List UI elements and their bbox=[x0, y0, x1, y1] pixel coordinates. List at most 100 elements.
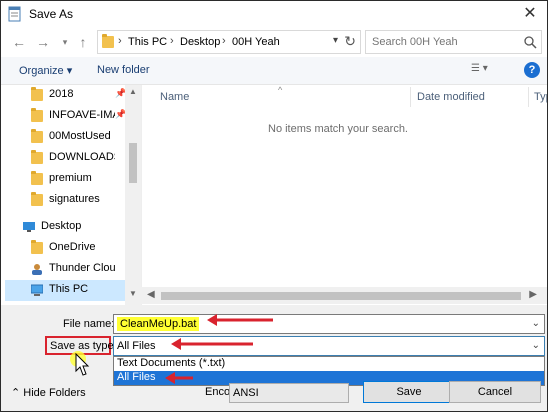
scroll-down-icon[interactable]: ▼ bbox=[129, 289, 137, 298]
chevron-right-icon: › bbox=[118, 35, 122, 47]
column-header-name[interactable]: Name bbox=[160, 91, 189, 103]
chevron-right-icon: › bbox=[170, 35, 174, 47]
hide-folders-button[interactable]: ⌃ Hide Folders bbox=[11, 386, 86, 399]
nav-item-2018[interactable]: 2018 📌 bbox=[5, 85, 126, 106]
nav-item-label: DOWNLOADS bbox=[49, 151, 115, 163]
mouse-cursor-icon bbox=[70, 351, 90, 376]
nav-item-label: This PC bbox=[49, 283, 89, 295]
nav-item-label: Thunder Cloud bbox=[49, 262, 115, 274]
nav-item-signatures[interactable]: signatures bbox=[5, 190, 125, 211]
address-row: ← → ▾ ↑ › This PC › Desktop › 00H Yeah ▾… bbox=[1, 27, 547, 57]
nav-item-label: INFOAVE-IMA bbox=[49, 109, 115, 121]
search-icon bbox=[524, 36, 537, 49]
desktop-icon bbox=[23, 222, 35, 232]
chevron-up-icon: ⌃ bbox=[11, 387, 21, 399]
back-button[interactable]: ← bbox=[9, 32, 29, 52]
nav-item-onedrive[interactable]: OneDrive bbox=[5, 238, 125, 259]
filename-label: File name: bbox=[63, 318, 115, 330]
nav-scrollbar-thumb[interactable] bbox=[129, 143, 137, 183]
window-title: Save As bbox=[29, 7, 74, 21]
address-dropdown-icon[interactable]: ▾ bbox=[333, 35, 338, 46]
up-button[interactable]: ↑ bbox=[73, 32, 93, 52]
forward-button[interactable]: → bbox=[33, 32, 53, 52]
chevron-down-icon[interactable]: ⌄ bbox=[532, 318, 540, 329]
folder-icon bbox=[31, 192, 43, 206]
annotation-arrow-icon bbox=[171, 338, 253, 350]
command-bar: Organize ▾ New folder ☰ ▾ ? bbox=[1, 57, 547, 85]
hide-folders-label: Hide Folders bbox=[23, 387, 86, 399]
nav-item-downloads[interactable]: DOWNLOADS bbox=[5, 148, 125, 169]
new-folder-button[interactable]: New folder bbox=[97, 64, 150, 76]
encoding-select[interactable]: ANSI bbox=[229, 383, 349, 403]
column-header-type[interactable]: Typ bbox=[534, 91, 547, 103]
title-bar: Save As ✕ bbox=[1, 1, 547, 27]
view-list-icon: ☰ ▾ bbox=[471, 63, 488, 74]
horizontal-scrollbar[interactable]: ◀ ▶ bbox=[141, 287, 547, 304]
save-as-type-value: All Files bbox=[117, 340, 156, 352]
folder-icon bbox=[31, 129, 43, 143]
cancel-button[interactable]: Cancel bbox=[449, 381, 541, 403]
change-view-button[interactable]: ☰ ▾ bbox=[471, 63, 499, 79]
folder-icon bbox=[31, 108, 43, 122]
notepad-icon bbox=[8, 6, 21, 22]
horizontal-scrollbar-thumb[interactable] bbox=[161, 292, 521, 300]
breadcrumb-desktop[interactable]: Desktop bbox=[180, 36, 220, 48]
filename-value[interactable]: CleanMeUp.bat bbox=[117, 317, 200, 331]
nav-item-desktop[interactable]: Desktop bbox=[5, 217, 125, 238]
nav-item-00mostused[interactable]: 00MostUsed bbox=[5, 127, 125, 148]
organize-button[interactable]: Organize ▾ bbox=[19, 64, 72, 77]
close-icon: ✕ bbox=[523, 5, 537, 22]
scroll-right-icon[interactable]: ▶ bbox=[529, 289, 537, 300]
arrow-left-icon: ← bbox=[12, 34, 26, 50]
folder-icon bbox=[31, 87, 43, 101]
nav-scrollbar[interactable]: ▲ ▼ bbox=[125, 85, 141, 305]
chevron-right-icon: › bbox=[222, 35, 226, 47]
search-input[interactable] bbox=[372, 34, 522, 50]
column-header-date-modified[interactable]: Date modified bbox=[417, 91, 485, 103]
arrow-up-icon: ↑ bbox=[79, 34, 87, 50]
nav-item-label: 2018 bbox=[49, 88, 74, 100]
help-icon: ? bbox=[528, 64, 536, 76]
breadcrumb-00h-yeah[interactable]: 00H Yeah bbox=[232, 36, 280, 48]
encoding-value: ANSI bbox=[233, 387, 259, 399]
arrow-right-icon: → bbox=[36, 34, 50, 50]
option-text-documents[interactable]: Text Documents (*.txt) bbox=[114, 357, 544, 371]
user-icon bbox=[32, 264, 42, 275]
nav-item-label: OneDrive bbox=[49, 241, 96, 253]
annotation-arrow-icon bbox=[207, 314, 273, 326]
refresh-icon[interactable]: ↻ bbox=[344, 33, 356, 50]
empty-message: No items match your search. bbox=[268, 123, 408, 135]
computer-icon bbox=[31, 284, 43, 296]
address-bar[interactable]: › This PC › Desktop › 00H Yeah ▾ ↻ bbox=[97, 30, 361, 54]
close-button[interactable]: ✕ bbox=[519, 3, 541, 23]
scroll-left-icon[interactable]: ◀ bbox=[147, 289, 155, 300]
nav-item-thunder-cloud[interactable]: Thunder Cloud bbox=[5, 259, 125, 280]
column-divider[interactable] bbox=[410, 87, 411, 107]
save-button[interactable]: Save bbox=[363, 381, 455, 403]
breadcrumb-this-pc[interactable]: This PC bbox=[128, 36, 167, 48]
chevron-down-icon: ▾ bbox=[62, 36, 68, 47]
folder-icon bbox=[31, 171, 43, 185]
nav-item-this-pc[interactable]: This PC bbox=[5, 280, 125, 301]
folder-icon bbox=[102, 34, 114, 48]
navigation-pane: 2018 📌 INFOAVE-IMA 📌 00MostUsed DOWNLOAD… bbox=[1, 85, 141, 305]
help-button[interactable]: ? bbox=[524, 62, 540, 78]
column-header-row: ^ Name Date modified Typ bbox=[142, 85, 547, 109]
save-as-dialog: Save As ✕ ← → ▾ ↑ › This PC › Desktop › … bbox=[0, 0, 548, 412]
folder-icon bbox=[31, 240, 43, 254]
nav-item-label: signatures bbox=[49, 193, 100, 205]
chevron-down-icon[interactable]: ⌄ bbox=[532, 340, 540, 351]
filename-field[interactable]: CleanMeUp.bat ⌄ bbox=[113, 314, 545, 334]
scroll-up-icon[interactable]: ▲ bbox=[129, 87, 137, 96]
annotation-arrow-icon bbox=[165, 372, 193, 384]
column-divider[interactable] bbox=[528, 87, 529, 107]
file-list[interactable]: ^ Name Date modified Typ No items match … bbox=[141, 85, 547, 305]
nav-item-premium[interactable]: premium bbox=[5, 169, 125, 190]
folder-icon bbox=[31, 150, 43, 164]
nav-item-label: Desktop bbox=[41, 220, 82, 232]
nav-item-label: 00MostUsed bbox=[49, 130, 111, 142]
recent-locations-button[interactable]: ▾ bbox=[55, 32, 75, 52]
search-box[interactable] bbox=[365, 30, 542, 54]
nav-item-infoave[interactable]: INFOAVE-IMA 📌 bbox=[5, 106, 126, 127]
nav-item-label: premium bbox=[49, 172, 92, 184]
